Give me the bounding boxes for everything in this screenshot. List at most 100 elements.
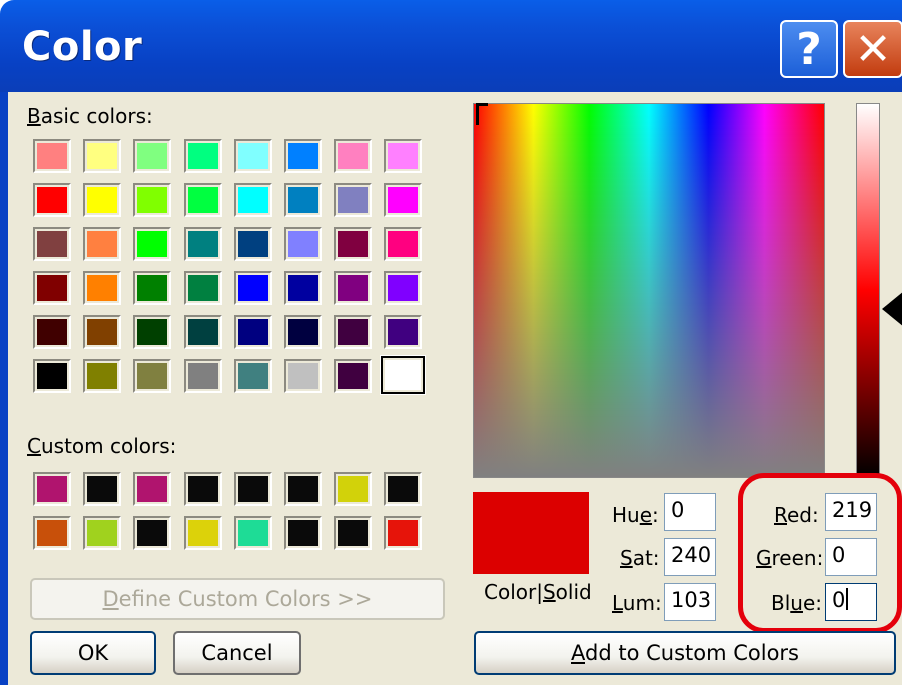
basic-color-swatch-fill [187, 187, 218, 213]
basic-color-swatch-fill [388, 143, 419, 169]
basic-color-swatch[interactable] [33, 271, 71, 305]
basic-color-swatch[interactable] [284, 315, 322, 349]
basic-color-swatch[interactable] [233, 227, 272, 261]
basic-color-swatch[interactable] [284, 139, 322, 173]
basic-color-swatch[interactable] [33, 183, 71, 217]
custom-color-swatch[interactable] [284, 472, 322, 506]
lum-label: Lum: [612, 591, 662, 615]
basic-color-swatch-fill [187, 231, 218, 257]
custom-color-swatch[interactable] [83, 472, 122, 506]
basic-color-swatch[interactable] [133, 315, 172, 349]
basic-color-swatch-fill [288, 231, 318, 257]
basic-color-swatch-fill [37, 363, 67, 389]
basic-color-swatch[interactable] [133, 227, 172, 261]
custom-color-swatch[interactable] [83, 516, 122, 550]
basic-color-swatch[interactable] [33, 227, 71, 261]
basic-color-swatch[interactable] [284, 183, 322, 217]
basic-color-swatch-fill [385, 360, 422, 390]
custom-color-swatch[interactable] [33, 472, 71, 506]
basic-color-swatch[interactable] [183, 271, 222, 305]
basic-color-swatch[interactable] [133, 139, 172, 173]
basic-color-swatch[interactable] [384, 139, 423, 173]
title-bar[interactable]: Color ? ✕ [0, 0, 902, 92]
custom-color-swatch[interactable] [384, 472, 423, 506]
custom-color-swatch-fill [288, 520, 318, 546]
custom-color-swatch[interactable] [284, 516, 322, 550]
color-spectrum[interactable] [473, 103, 825, 478]
basic-color-swatch-fill [288, 363, 318, 389]
basic-color-swatch-fill [338, 143, 369, 169]
basic-color-swatch[interactable] [133, 183, 172, 217]
basic-color-swatch[interactable] [183, 183, 222, 217]
basic-color-swatch-fill [288, 319, 318, 345]
basic-color-swatch[interactable] [183, 227, 222, 261]
close-button[interactable]: ✕ [843, 20, 902, 78]
basic-color-swatch[interactable] [33, 139, 71, 173]
basic-color-swatch[interactable] [183, 315, 222, 349]
basic-color-swatch[interactable] [83, 359, 122, 393]
basic-color-swatch[interactable] [233, 359, 272, 393]
basic-color-swatch[interactable] [380, 355, 427, 395]
hue-field[interactable]: 0 [664, 493, 716, 531]
color-solid-label: Color|Solid [484, 580, 592, 604]
basic-color-swatch[interactable] [334, 139, 373, 173]
basic-color-swatch[interactable] [334, 271, 373, 305]
basic-color-swatch[interactable] [233, 271, 272, 305]
basic-color-swatch-fill [388, 319, 419, 345]
basic-color-swatch[interactable] [83, 227, 122, 261]
basic-color-swatch[interactable] [233, 139, 272, 173]
basic-color-swatch[interactable] [83, 183, 122, 217]
basic-color-swatch[interactable] [334, 227, 373, 261]
basic-color-swatch[interactable] [33, 315, 71, 349]
custom-color-swatch[interactable] [233, 516, 272, 550]
custom-color-swatch[interactable] [183, 472, 222, 506]
basic-color-swatch-fill [237, 187, 268, 213]
basic-color-swatch[interactable] [384, 315, 423, 349]
basic-color-swatch[interactable] [284, 271, 322, 305]
basic-color-swatch[interactable] [133, 271, 172, 305]
custom-color-swatch[interactable] [133, 472, 172, 506]
custom-color-swatch[interactable] [384, 516, 423, 550]
custom-color-swatch-fill [338, 520, 369, 546]
help-button[interactable]: ? [780, 20, 838, 78]
basic-color-swatch[interactable] [183, 139, 222, 173]
custom-color-swatch[interactable] [334, 472, 373, 506]
basic-color-swatch[interactable] [334, 183, 373, 217]
define-custom-colors-button[interactable]: Define Custom Colors >> [30, 578, 445, 620]
basic-color-swatch-fill [87, 143, 118, 169]
crosshair-icon[interactable] [476, 103, 488, 125]
basic-color-swatch-fill [338, 319, 369, 345]
custom-color-swatch[interactable] [334, 516, 373, 550]
basic-color-swatch[interactable] [83, 139, 122, 173]
custom-color-swatch[interactable] [33, 516, 71, 550]
lum-field[interactable]: 103 [664, 583, 716, 621]
luminosity-arrow-icon[interactable] [882, 291, 902, 328]
basic-color-swatch[interactable] [183, 359, 222, 393]
basic-color-swatch[interactable] [83, 271, 122, 305]
custom-color-swatch[interactable] [133, 516, 172, 550]
basic-color-swatch[interactable] [384, 227, 423, 261]
basic-color-swatch[interactable] [334, 359, 373, 393]
basic-color-swatch[interactable] [384, 271, 423, 305]
basic-color-swatch[interactable] [284, 359, 322, 393]
ok-button[interactable]: OK [30, 631, 156, 675]
basic-color-swatch[interactable] [233, 183, 272, 217]
sat-field[interactable]: 240 [664, 538, 716, 576]
basic-color-swatch-fill [187, 319, 218, 345]
basic-color-swatch[interactable] [334, 315, 373, 349]
basic-color-swatch[interactable] [233, 315, 272, 349]
basic-color-swatch-fill [37, 187, 67, 213]
custom-colors-label: Custom colors: [27, 434, 177, 458]
basic-color-swatch[interactable] [284, 227, 322, 261]
hue-label: Hue: [612, 503, 659, 527]
luminosity-bar[interactable] [856, 103, 880, 478]
window-frame [0, 92, 8, 685]
add-to-custom-colors-button[interactable]: Add to Custom Colors [474, 631, 896, 675]
cancel-button[interactable]: Cancel [173, 631, 301, 675]
basic-color-swatch[interactable] [83, 315, 122, 349]
basic-color-swatch[interactable] [133, 359, 172, 393]
basic-color-swatch[interactable] [33, 359, 71, 393]
custom-color-swatch[interactable] [183, 516, 222, 550]
custom-color-swatch[interactable] [233, 472, 272, 506]
basic-color-swatch[interactable] [384, 183, 423, 217]
